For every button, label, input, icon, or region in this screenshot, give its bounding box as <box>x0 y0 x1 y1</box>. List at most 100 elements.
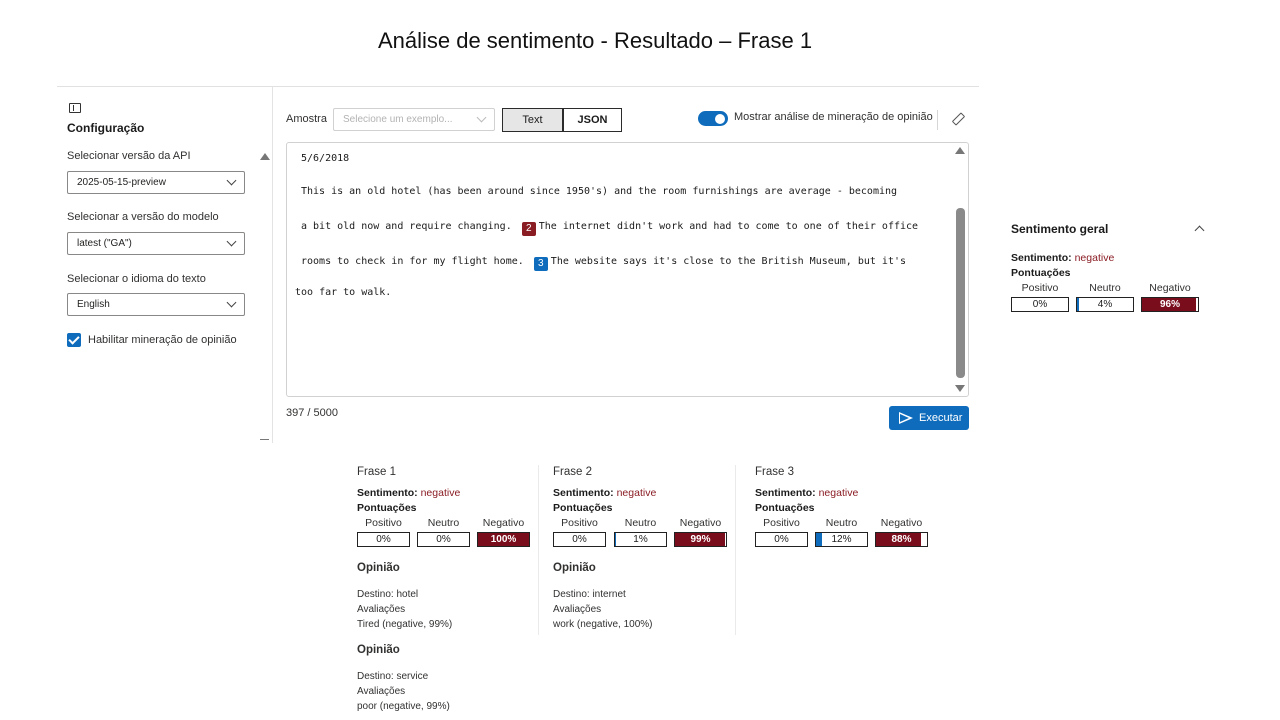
scores-label: Pontuações <box>1011 267 1071 279</box>
opinion-title: Opinião <box>553 562 596 574</box>
neutral-label: Neutro <box>624 517 657 529</box>
editor-line: a bit old now and require changing. 2 The… <box>301 221 918 236</box>
sentence-3-positive-score: 0% <box>755 532 808 547</box>
text-editor[interactable]: 5/6/2018 This is an old hotel (has been … <box>286 142 969 397</box>
opinion-analysis-toggle[interactable] <box>698 111 728 126</box>
positive-label: Positivo <box>1021 282 1059 294</box>
opinion-target: Destino: service <box>357 671 429 682</box>
sentence-3-negative-score: 88% <box>875 532 928 547</box>
column-divider <box>538 465 539 635</box>
sentence-3-badge[interactable]: 3 <box>533 257 548 271</box>
run-button[interactable]: Executar <box>889 406 969 430</box>
sentence-3-sentiment: Sentimento: negative <box>755 487 858 499</box>
score-value: 12% <box>831 534 852 545</box>
sentiment-value: negative <box>420 487 461 499</box>
editor-scroll-up-icon[interactable] <box>955 147 965 154</box>
sentiment-label: Sentimento: <box>1011 252 1072 264</box>
editor-line: rooms to check in for my flight home. 3T… <box>301 256 906 271</box>
language-select[interactable]: English <box>67 293 245 316</box>
sidebar-scroll-up-icon[interactable] <box>260 153 270 160</box>
api-version-select[interactable]: 2025-05-15-preview <box>67 171 245 194</box>
language-label: Selecionar o idioma do texto <box>67 273 206 285</box>
send-icon <box>899 412 913 424</box>
overall-negative-score: 96% <box>1141 297 1199 312</box>
tab-json[interactable]: JSON <box>563 108 622 132</box>
opinion-assessment: Tired (negative, 99%) <box>357 619 453 630</box>
positive-label: Positivo <box>365 517 402 529</box>
score-value: 0% <box>774 534 789 545</box>
sentence-3-title: Frase 3 <box>755 466 794 478</box>
score-value: 1% <box>633 534 648 545</box>
chevron-up-icon[interactable] <box>1194 225 1205 236</box>
opinion-mining-checkbox[interactable] <box>67 333 81 347</box>
overall-sentiment-line: Sentimento: negative <box>1011 252 1114 264</box>
edit-icon[interactable] <box>951 112 966 126</box>
chevron-down-icon <box>226 236 237 247</box>
overall-sentiment-title: Sentimento geral <box>1011 222 1109 236</box>
chevron-down-icon <box>226 175 237 186</box>
character-count: 397 / 5000 <box>286 407 338 419</box>
sentence-1-positive-score: 0% <box>357 532 410 547</box>
score-value: 96% <box>1159 299 1180 310</box>
sentence-2-badge[interactable]: 2 <box>521 222 536 236</box>
scores-label: Pontuações <box>357 502 417 514</box>
sentence-1-title: Frase 1 <box>357 466 396 478</box>
api-version-value: 2025-05-15-preview <box>77 177 166 188</box>
sidebar-scrollbar[interactable] <box>260 439 269 440</box>
sentiment-label: Sentimento: <box>357 487 418 499</box>
negative-label: Negativo <box>880 517 923 529</box>
positive-label: Positivo <box>763 517 800 529</box>
editor-line: too far to walk. <box>295 287 392 298</box>
sentence-2-positive-score: 0% <box>553 532 606 547</box>
score-value: 0% <box>376 534 391 545</box>
opinion-title: Opinião <box>357 562 400 574</box>
neutral-label: Neutro <box>427 517 460 529</box>
score-value: 0% <box>436 534 451 545</box>
sample-label: Amostra <box>286 113 327 125</box>
sentence-3-neutral-score: 12% <box>815 532 868 547</box>
opinion-assessment: poor (negative, 99%) <box>357 701 450 712</box>
editor-scroll-down-icon[interactable] <box>955 385 965 392</box>
chevron-down-icon <box>476 112 487 123</box>
score-value: 100% <box>490 534 517 545</box>
editor-line: 5/6/2018 <box>301 153 350 164</box>
editor-scrollbar-thumb[interactable] <box>956 208 965 378</box>
opinion-assessment: work (negative, 100%) <box>553 619 653 630</box>
neutral-label: Neutro <box>1089 282 1121 294</box>
editor-text: a bit old now and require changing. <box>301 221 512 232</box>
score-value: 0% <box>572 534 587 545</box>
sentence-2-negative-score: 99% <box>674 532 727 547</box>
sentence-2-sentiment: Sentimento: negative <box>553 487 656 499</box>
language-value: English <box>77 299 110 310</box>
negative-label: Negativo <box>1149 282 1191 294</box>
editor-line: This is an old hotel (has been around si… <box>301 186 898 197</box>
score-fill <box>1077 298 1080 311</box>
opinion-mining-label: Habilitar mineração de opinião <box>88 334 237 346</box>
sample-select[interactable]: Selecione um exemplo... <box>333 108 495 131</box>
chevron-down-icon <box>226 297 237 308</box>
overall-sentiment-value: negative <box>1074 252 1115 264</box>
editor-text: The internet didn't work and had to come… <box>538 221 919 232</box>
collapse-panel-icon[interactable] <box>69 103 81 113</box>
opinion-assessments-label: Avaliações <box>357 686 406 697</box>
editor-text: The website says it's close to the Briti… <box>550 256 907 267</box>
neutral-label: Neutro <box>825 517 858 529</box>
positive-label: Positivo <box>561 517 598 529</box>
score-fill <box>615 533 616 546</box>
negative-label: Negativo <box>679 517 722 529</box>
tab-text[interactable]: Text <box>502 108 563 132</box>
opinion-assessments-label: Avaliações <box>553 604 602 615</box>
model-version-label: Selecionar a versão do modelo <box>67 211 219 223</box>
score-value: 0% <box>1032 299 1048 310</box>
sentiment-value: negative <box>818 487 859 499</box>
negative-label: Negativo <box>482 517 525 529</box>
score-value: 88% <box>891 534 912 545</box>
sentence-1-sentiment: Sentimento: negative <box>357 487 460 499</box>
configuration-sidebar: Configuração Selecionar versão da API 20… <box>57 87 273 443</box>
overall-neutral-score: 4% <box>1076 297 1134 312</box>
model-version-select[interactable]: latest ("GA") <box>67 232 245 255</box>
toolbar-divider <box>937 110 938 130</box>
sentence-1-negative-score: 100% <box>477 532 530 547</box>
opinion-target: Destino: hotel <box>357 589 419 600</box>
scores-label: Pontuações <box>755 502 815 514</box>
